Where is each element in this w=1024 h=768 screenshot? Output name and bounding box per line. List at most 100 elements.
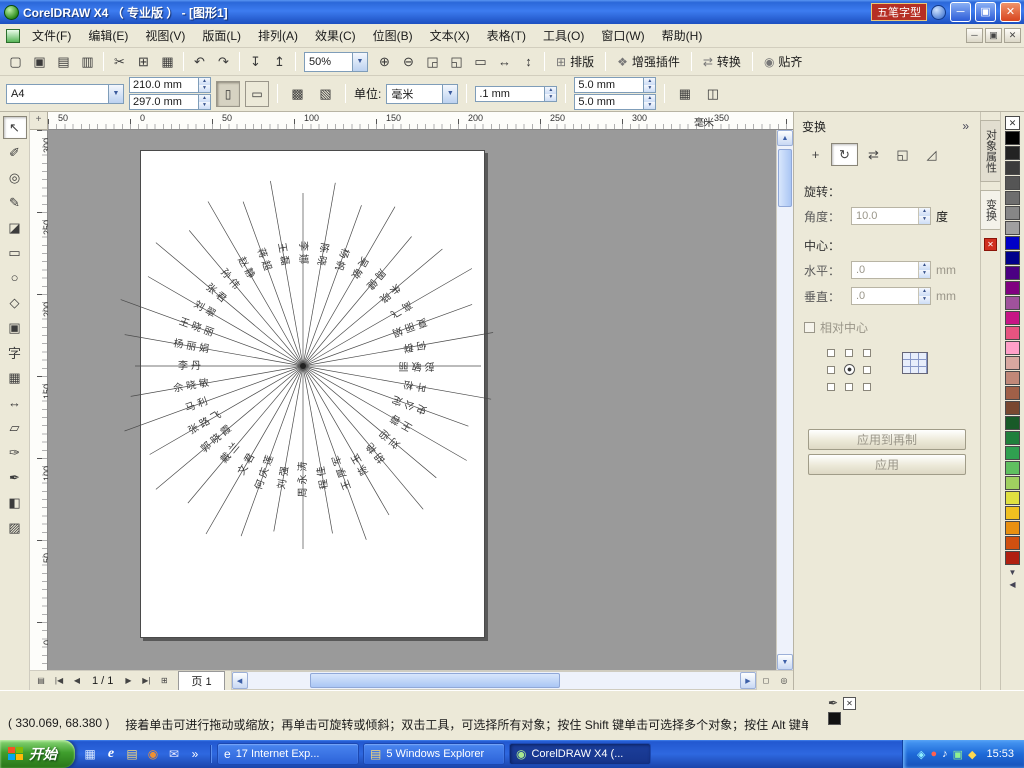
color-swatch[interactable] (1005, 491, 1020, 505)
scale-mirror-button[interactable]: ⇄ (860, 143, 887, 166)
menu-item[interactable]: 效果(C) (307, 24, 364, 47)
mail-icon[interactable]: ✉ (165, 745, 183, 763)
shape-tool[interactable]: ✐ (3, 141, 27, 164)
scanner-icon[interactable]: ◈ (917, 748, 925, 761)
vertical-ruler[interactable]: 300250200150100500 (30, 130, 48, 670)
docker-expand-icon[interactable]: » (959, 119, 972, 133)
blend-tool[interactable]: ▱ (3, 416, 27, 439)
spinner-arrows-icon[interactable]: ▲▼ (918, 288, 930, 304)
freehand-tool[interactable]: ✎ (3, 191, 27, 214)
docker-tab[interactable]: 对象属性 (980, 120, 1002, 182)
menu-item[interactable]: 文本(X) (422, 24, 478, 47)
color-swatch[interactable] (1005, 461, 1020, 475)
docker-close-icon[interactable]: ✕ (984, 238, 997, 251)
spinner-arrows-icon[interactable]: ▲▼ (199, 77, 211, 93)
zoom-navigator-icon[interactable]: ◎ (775, 671, 793, 690)
layout-button[interactable]: ⊞排版 (549, 53, 601, 70)
add-page-icon[interactable]: ⊞ (155, 671, 173, 690)
anchor-right[interactable] (863, 366, 871, 374)
color-swatch[interactable] (1005, 431, 1020, 445)
show-desktop-icon[interactable]: ▦ (81, 745, 99, 763)
horizontal-ruler[interactable]: 50050100150200250300350毫米 (48, 112, 793, 130)
chevron-down-icon[interactable]: ▼ (108, 85, 123, 103)
interactive-fill-tool[interactable]: ▨ (3, 516, 27, 539)
color-swatch[interactable] (1005, 371, 1020, 385)
scroll-up-icon[interactable]: ▲ (777, 130, 793, 146)
text-tool[interactable]: 字 (3, 341, 27, 364)
redo-icon[interactable]: ↷ (212, 50, 235, 73)
color-swatch[interactable] (1005, 146, 1020, 160)
anchor-left[interactable] (827, 366, 835, 374)
spinner-arrows-icon[interactable]: ▲▼ (918, 208, 930, 224)
chevron-down-icon[interactable]: ▼ (442, 85, 457, 103)
duplicate-y-spinner[interactable]: 5.0 mm ▲▼ (574, 94, 656, 110)
color-swatch[interactable] (1005, 506, 1020, 520)
plugins-button[interactable]: ❖增强插件 (610, 53, 687, 70)
color-swatch[interactable] (1005, 176, 1020, 190)
color-swatch[interactable] (1005, 311, 1020, 325)
doc-restore-button[interactable]: ▣ (985, 28, 1002, 43)
volume-icon[interactable]: ♪ (942, 748, 948, 761)
color-swatch[interactable] (1005, 266, 1020, 280)
convert-button[interactable]: ⇄转换 (696, 53, 748, 70)
menu-item[interactable]: 位图(B) (365, 24, 421, 47)
color-swatch[interactable] (1005, 326, 1020, 340)
rotation-button[interactable]: ↻ (831, 143, 858, 166)
zoom-tool[interactable]: ◎ (3, 166, 27, 189)
color-swatch[interactable] (1005, 356, 1020, 370)
scroll-down-icon[interactable]: ▼ (777, 654, 793, 670)
color-swatch[interactable] (1005, 206, 1020, 220)
zoom-page-icon[interactable]: ▭ (469, 50, 492, 73)
zoom-in-icon[interactable]: ⊕ (373, 50, 396, 73)
zoom-all-icon[interactable]: ◱ (445, 50, 468, 73)
anchor-top[interactable] (845, 349, 853, 357)
spinner-arrows-icon[interactable]: ▲▼ (644, 94, 656, 110)
task-button[interactable]: ▤5 Windows Explorer (363, 743, 505, 765)
apply-button[interactable]: 应用 (808, 454, 966, 475)
table-tool[interactable]: ▦ (3, 366, 27, 389)
paste-icon[interactable]: ▦ (156, 50, 179, 73)
ellipse-tool[interactable]: ○ (3, 266, 27, 289)
center-vertical-input[interactable]: .0 ▲▼ (851, 287, 931, 305)
color-swatch[interactable] (1005, 221, 1020, 235)
menu-item[interactable]: 窗口(W) (593, 24, 652, 47)
next-page-icon[interactable]: ▶ (119, 671, 137, 690)
color-swatch[interactable] (1005, 191, 1020, 205)
cut-icon[interactable]: ✂ (108, 50, 131, 73)
close-button[interactable]: ✕ (1000, 2, 1021, 22)
copy-icon[interactable]: ⊞ (132, 50, 155, 73)
eyedropper-tool[interactable]: ✑ (3, 441, 27, 464)
skew-button[interactable]: ◿ (918, 143, 945, 166)
ime-tray-icon[interactable]: ◆ (968, 748, 976, 761)
network-icon[interactable]: ▣ (953, 748, 963, 761)
menu-item[interactable]: 编辑(E) (80, 24, 136, 47)
doc-minimize-button[interactable]: ─ (966, 28, 983, 43)
anchor-bottom[interactable] (845, 383, 853, 391)
horizontal-scrollbar[interactable]: ◀ ▶ (231, 671, 757, 690)
units-combo[interactable]: 毫米 ▼ (386, 84, 458, 104)
paper-height-spinner[interactable]: 297.0 mm ▲▼ (129, 94, 211, 110)
color-swatch[interactable] (1005, 536, 1020, 550)
previous-page-icon[interactable]: ◀ (68, 671, 86, 690)
scroll-right-icon[interactable]: ▶ (740, 672, 756, 689)
relative-center-checkbox[interactable] (804, 322, 815, 333)
horizontal-scroll-thumb[interactable] (310, 673, 560, 688)
anchor-bottom-right[interactable] (863, 383, 871, 391)
minimize-button[interactable]: ─ (950, 2, 971, 22)
menu-item[interactable]: 工具(O) (535, 24, 592, 47)
rotation-center-grid[interactable] (822, 344, 876, 395)
start-button[interactable]: 开始 (0, 740, 75, 768)
vertical-scrollbar[interactable]: ▲ ▼ (776, 130, 793, 670)
open-icon[interactable]: ▣ (28, 50, 51, 73)
dynamic-guides-icon[interactable]: ◫ (701, 82, 724, 105)
scroll-left-icon[interactable]: ◀ (232, 672, 248, 689)
doc-close-button[interactable]: ✕ (1004, 28, 1021, 43)
color-swatch[interactable] (1005, 551, 1020, 565)
nudge-offset-spinner[interactable]: .1 mm ▲▼ (475, 86, 557, 102)
anchor-top-left[interactable] (827, 349, 835, 357)
menu-item[interactable]: 版面(L) (194, 24, 249, 47)
horizontal-scroll-track[interactable] (248, 672, 740, 689)
ie-icon[interactable]: e (102, 745, 120, 763)
navigator-icon[interactable]: ◻ (757, 671, 775, 690)
size-button[interactable]: ◱ (889, 143, 916, 166)
